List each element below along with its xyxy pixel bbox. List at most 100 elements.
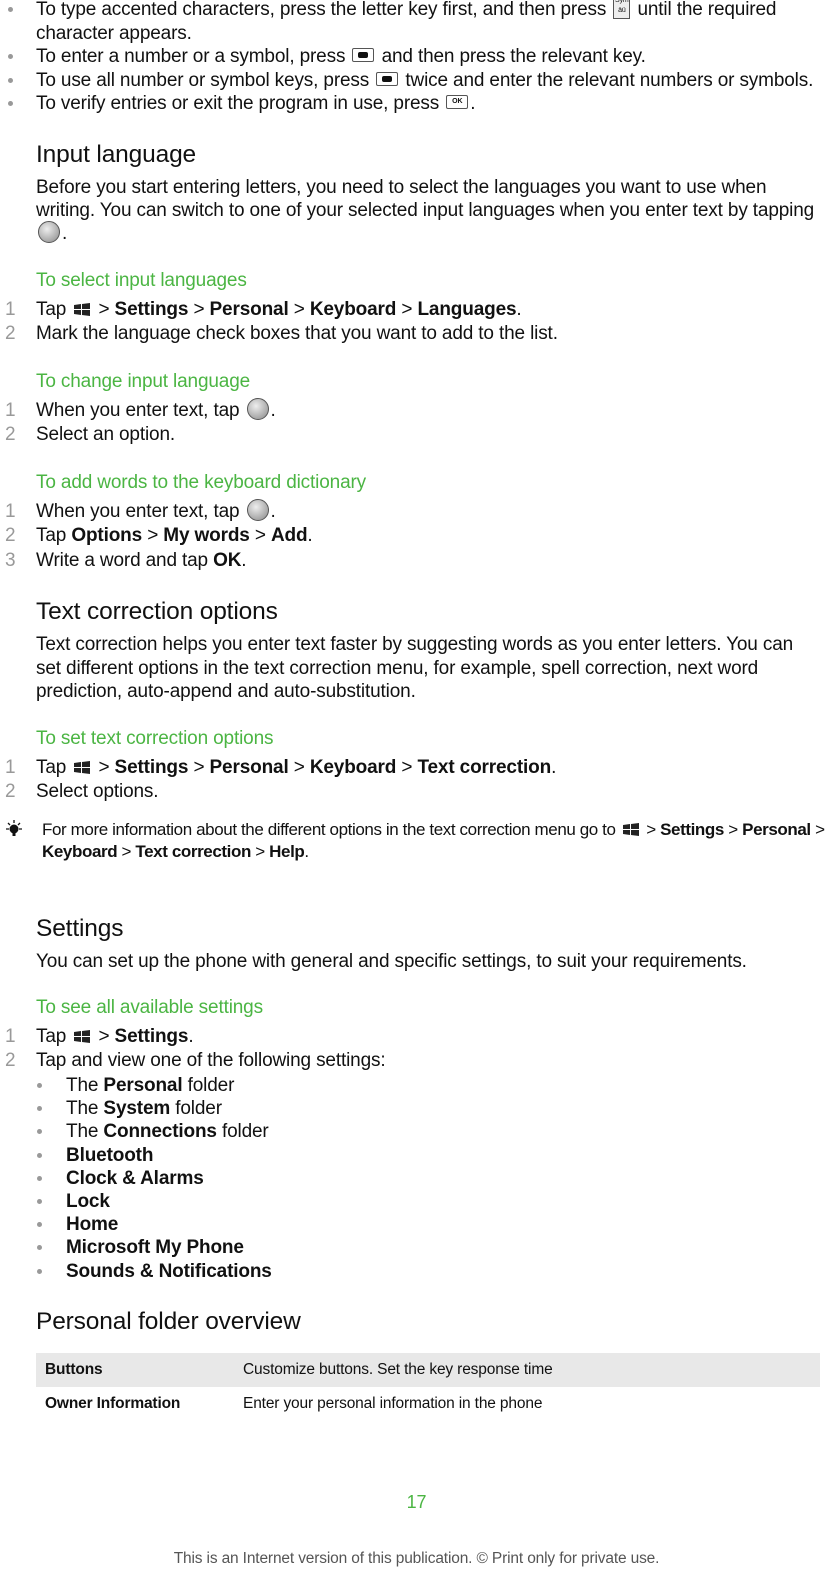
bold-term: Lock <box>66 1190 110 1212</box>
text-run: > <box>188 298 210 320</box>
text-run: To verify entries or exit the program in… <box>36 93 445 115</box>
bold-term: Personal <box>209 756 289 778</box>
row-key: Owner Information <box>45 1394 181 1412</box>
bold-term: Options <box>71 525 143 547</box>
footer-notice: This is an Internet version of this publ… <box>173 1550 660 1567</box>
bold-term: Keyboard <box>309 756 397 778</box>
globe-icon <box>38 221 60 244</box>
personal-folder-table: Buttons Customize buttons. Set the key re… <box>36 1352 820 1421</box>
bold-term: Personal <box>209 298 289 320</box>
text-run: > <box>288 298 310 320</box>
text-run: Tap <box>36 756 72 778</box>
sub-bullet-item: Microsoft My Phone <box>0 1236 833 1259</box>
bold-term: OK <box>213 549 242 571</box>
text-run: Tap <box>36 525 72 547</box>
step-number: 3 <box>5 549 16 571</box>
text-run: > <box>188 756 210 778</box>
text-run: Input language <box>36 140 197 168</box>
step-number: 1 <box>5 1025 16 1047</box>
text-run: folder <box>170 1098 222 1120</box>
step-item: 2 Select options. <box>0 780 833 805</box>
text-run: Personal folder overview <box>36 1307 301 1335</box>
bold-term: My words <box>163 525 250 547</box>
step-number: 1 <box>5 500 16 522</box>
bullet-item: To type accented characters, press the l… <box>0 0 833 45</box>
text-run: Select an option. <box>36 424 175 446</box>
step-number: 2 <box>5 323 16 345</box>
paragraph: You can set up the phone with general an… <box>0 950 833 973</box>
bold-term: Personal <box>742 819 811 839</box>
bold-term: Microsoft My Phone <box>66 1237 244 1259</box>
step-item: 2 Tap Options > My words > Add. <box>0 524 833 549</box>
text-run: > <box>250 842 270 862</box>
sub-bullet-item: The Connections folder <box>0 1120 833 1143</box>
sub-bullet-item: Sounds & Notifications <box>0 1260 833 1283</box>
row-value: Enter your personal information in the p… <box>243 1394 543 1412</box>
table-row: Owner Information Enter your personal inf… <box>36 1387 820 1421</box>
text-run: Write a word and tap <box>36 549 214 571</box>
text-run: folder <box>182 1074 235 1096</box>
section-heading: Personal folder overview <box>0 1307 833 1337</box>
text-run: . <box>304 842 309 862</box>
bold-term: Clock & Alarms <box>66 1167 204 1189</box>
bold-term: Settings <box>114 756 189 778</box>
text-run: . <box>241 549 247 571</box>
step-item: 1 Tap > Settings > Personal > Keyboard > … <box>0 298 833 323</box>
text-run: The <box>66 1074 104 1096</box>
text-run: To change input language <box>36 370 251 392</box>
text-run: . <box>551 756 557 778</box>
text-run: . <box>62 223 68 245</box>
document-page: To type accented characters, press the l… <box>0 0 833 1421</box>
text-run: To add words to the keyboard dictionary <box>36 471 367 493</box>
text-run: > <box>249 525 271 547</box>
text-run: . <box>270 399 276 421</box>
table-row: Buttons Customize buttons. Set the key re… <box>36 1352 820 1387</box>
sub-bullet-item: The Personal folder <box>0 1074 833 1097</box>
bold-term: Help <box>269 842 305 862</box>
bullet-item: To verify entries or exit the program in… <box>0 92 833 115</box>
bullet-item: To use all number or symbol keys, press … <box>0 69 833 92</box>
text-run: > <box>396 298 418 320</box>
globe-icon <box>246 397 269 420</box>
text-run: . <box>188 1025 194 1047</box>
bold-term: Home <box>66 1214 119 1236</box>
row-key: Buttons <box>36 1352 234 1387</box>
text-run: To see all available settings <box>36 996 263 1018</box>
bold-term: Languages <box>417 298 517 320</box>
task-heading: To see all available settings <box>0 996 833 1019</box>
text-run: To enter a number or a symbol, press <box>36 46 351 68</box>
sym-key-icon: Sym äü <box>613 0 631 19</box>
text-run: For more information about the different… <box>42 819 620 839</box>
task-heading: To select input languages <box>0 269 833 292</box>
step-item: 2 Select an option. <box>0 423 833 448</box>
task-heading: To change input language <box>0 370 833 393</box>
text-run: Text correction options <box>36 598 278 626</box>
step-number: 2 <box>5 525 16 547</box>
section-heading: Text correction options <box>0 597 833 627</box>
text-run: > <box>288 756 310 778</box>
text-run: and then press the relevant key. <box>376 46 646 68</box>
bold-term: System <box>103 1098 171 1120</box>
text-run: > <box>396 756 418 778</box>
text-run: folder <box>216 1121 269 1143</box>
text-run: Select options. <box>36 781 159 803</box>
sub-bullet-item: Bluetooth <box>0 1144 833 1167</box>
globe-icon <box>246 498 269 521</box>
bold-term: Sounds & Notifications <box>66 1260 272 1282</box>
task-heading: To set text correction options <box>0 727 833 750</box>
text-run: The <box>66 1098 104 1120</box>
text-run: Settings <box>36 914 124 942</box>
windows-start-icon <box>73 300 91 317</box>
dot-key-icon <box>352 48 375 63</box>
text-run: To use all number or symbol keys, press <box>36 69 375 91</box>
bold-term: Keyboard <box>309 298 397 320</box>
sub-bullet-item: Home <box>0 1213 833 1236</box>
text-run: When you enter text, tap <box>36 399 245 421</box>
text-run: > <box>810 819 825 839</box>
paragraph: Before you start entering letters, you n… <box>0 176 833 246</box>
sub-bullet-item: Lock <box>0 1190 833 1213</box>
ok-key-icon: OK <box>446 95 469 110</box>
text-run: You can set up the phone with general an… <box>36 950 747 972</box>
sub-bullet-item: Clock & Alarms <box>0 1167 833 1190</box>
text-run: Tap <box>36 1025 72 1047</box>
